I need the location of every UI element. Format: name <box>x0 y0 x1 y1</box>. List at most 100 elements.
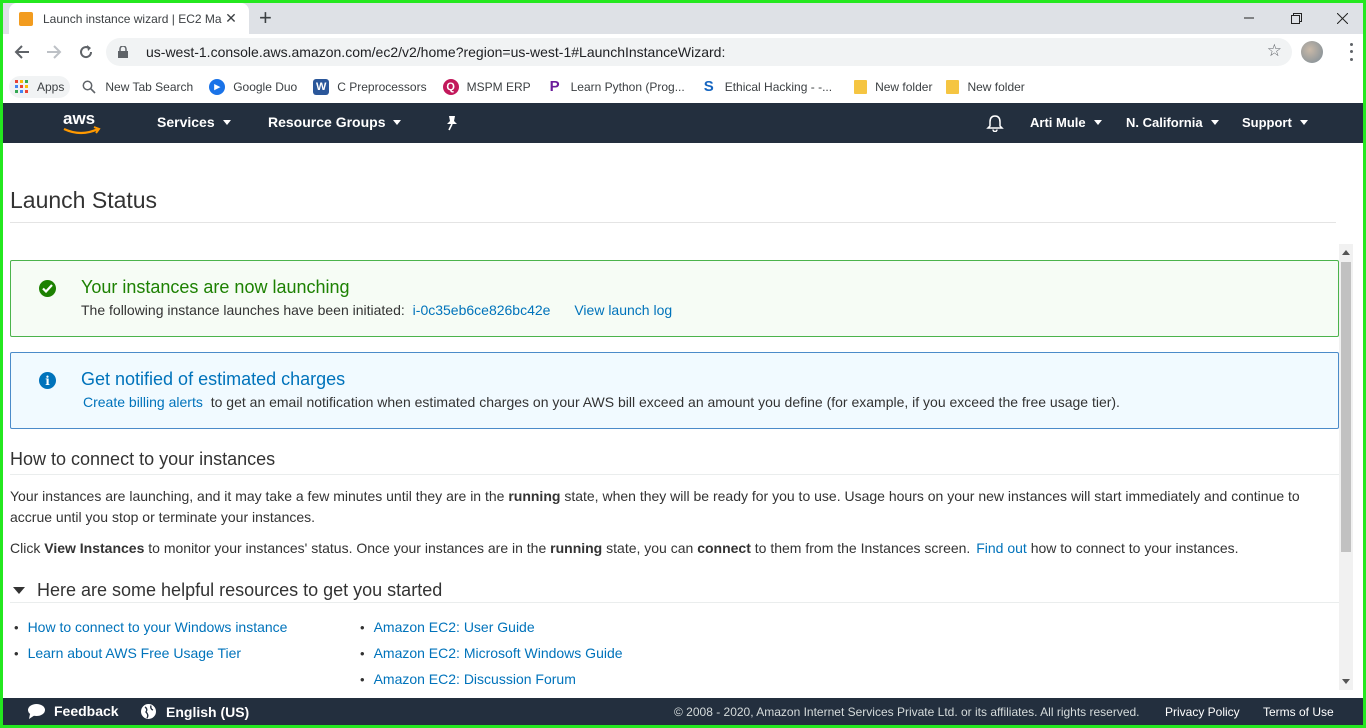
folder-icon <box>854 79 868 94</box>
create-billing-alerts-link[interactable]: Create billing alerts <box>83 394 203 410</box>
reload-icon <box>80 45 93 59</box>
chevron-down-icon <box>1210 120 1219 125</box>
s-icon: S <box>703 78 714 95</box>
bookmark-new-folder-1[interactable]: New folder <box>848 76 938 98</box>
profile-avatar[interactable] <box>1301 41 1323 63</box>
bookmark-label: MSPM ERP <box>466 79 531 94</box>
chevron-down-icon <box>1093 120 1102 125</box>
speech-bubble-icon <box>28 704 45 719</box>
language-selector[interactable]: English (US) <box>140 703 249 720</box>
bookmark-new-folder-2[interactable]: New folder <box>940 76 1030 98</box>
divider <box>10 222 1336 223</box>
connect-heading: How to connect to your instances <box>10 449 276 469</box>
erp-icon: Q <box>442 78 459 95</box>
text: state, you can <box>606 540 694 556</box>
back-button[interactable] <box>10 40 34 64</box>
user-menu[interactable]: Arti Mule <box>1030 115 1102 130</box>
bookmark-ethical-hacking[interactable]: S Ethical Hacking - -... <box>695 75 838 99</box>
region-label: N. California <box>1126 115 1203 130</box>
bookmark-star-icon[interactable]: ☆ <box>1267 41 1282 61</box>
bookmark-label: Ethical Hacking - -... <box>724 79 833 94</box>
checkmark-icon <box>39 280 56 297</box>
info-icon: i <box>39 372 56 389</box>
terms-of-use-link[interactable]: Terms of Use <box>1263 705 1334 719</box>
main-content: Launch Status Your instances are now lau… <box>3 143 1363 698</box>
address-bar[interactable]: us-west-1.console.aws.amazon.com/ec2/v2/… <box>106 38 1292 66</box>
bookmark-mspm-erp[interactable]: Q MSPM ERP <box>437 75 537 99</box>
chevron-down-icon <box>393 119 402 125</box>
text: Click <box>10 540 41 556</box>
list-item: Learn about AWS Free Usage Tier <box>14 640 287 666</box>
resource-groups-label: Resource Groups <box>268 114 386 130</box>
scroll-down-icon <box>1342 679 1350 684</box>
aws-footer: Feedback English (US) © 2008 - 2020, Ama… <box>3 698 1363 725</box>
bookmark-label: New folder <box>875 79 933 94</box>
bold-text: running <box>550 540 603 556</box>
pin-button[interactable] <box>445 115 459 131</box>
privacy-policy-link[interactable]: Privacy Policy <box>1165 705 1240 719</box>
find-out-link[interactable]: Find out <box>976 540 1027 556</box>
scroll-up-icon <box>1342 250 1350 255</box>
bookmarks-bar: Apps New Tab Search ▸ Google Duo W C Pre… <box>3 70 1363 103</box>
text: how to connect to your instances. <box>1030 540 1239 556</box>
view-launch-log-link[interactable]: View launch log <box>574 302 672 318</box>
svg-text:aws: aws <box>63 109 95 128</box>
scroll-thumb[interactable] <box>1341 262 1351 552</box>
support-menu[interactable]: Support <box>1242 115 1308 130</box>
feedback-button[interactable]: Feedback <box>27 703 119 719</box>
resource-link[interactable]: Amazon EC2: Microsoft Windows Guide <box>374 645 623 661</box>
resource-link[interactable]: Amazon EC2: Discussion Forum <box>374 671 576 687</box>
close-window-button[interactable] <box>1319 3 1363 33</box>
bell-icon <box>986 115 1004 132</box>
minimize-button[interactable] <box>1226 3 1272 33</box>
resource-list-left: How to connect to your Windows instance … <box>14 614 288 666</box>
bookmark-google-duo[interactable]: ▸ Google Duo <box>203 75 303 99</box>
services-menu[interactable]: Services <box>157 114 231 130</box>
browser-window: Launch instance wizard | EC2 Ma ✕ + us-w… <box>3 3 1363 725</box>
aws-box-icon <box>19 11 33 26</box>
scrollbar[interactable] <box>1339 244 1353 690</box>
browser-tab[interactable]: Launch instance wizard | EC2 Ma ✕ <box>9 3 249 34</box>
chevron-down-icon <box>1299 120 1308 125</box>
user-name: Arti Mule <box>1030 115 1086 130</box>
resources-heading: Here are some helpful resources to get y… <box>37 580 443 600</box>
instance-id-link[interactable]: i-0c35eb6ce826bc42e <box>413 302 551 318</box>
bookmark-label: Learn Python (Prog... <box>570 79 685 94</box>
new-tab-button[interactable]: + <box>259 6 272 30</box>
python-icon: P <box>549 78 560 95</box>
language-label: English (US) <box>166 703 250 720</box>
reload-button[interactable] <box>74 40 98 64</box>
close-tab-icon[interactable]: ✕ <box>223 10 239 27</box>
forward-arrow-icon <box>47 45 62 59</box>
list-item: Amazon EC2: User Guide <box>360 614 623 640</box>
bookmark-label: Google Duo <box>233 79 298 94</box>
duo-icon: ▸ <box>209 78 226 95</box>
text: to monitor your instances' status. Once … <box>148 540 547 556</box>
resource-link[interactable]: Amazon EC2: User Guide <box>374 619 535 635</box>
bold-text: View Instances <box>44 540 145 556</box>
services-label: Services <box>157 114 215 130</box>
region-menu[interactable]: N. California <box>1126 115 1219 130</box>
restore-icon <box>1290 12 1302 24</box>
resources-section-toggle[interactable]: Here are some helpful resources to get y… <box>13 580 442 601</box>
resource-groups-menu[interactable]: Resource Groups <box>268 114 402 130</box>
search-icon <box>82 80 96 94</box>
bookmark-c-preprocessors[interactable]: W C Preprocessors <box>307 75 432 99</box>
support-label: Support <box>1242 115 1292 130</box>
resource-link[interactable]: How to connect to your Windows instance <box>28 619 288 635</box>
restore-button[interactable] <box>1273 3 1319 33</box>
success-body: The following instance launches have bee… <box>81 302 672 318</box>
bookmark-apps[interactable]: Apps <box>9 75 71 98</box>
list-item: Amazon EC2: Discussion Forum <box>360 666 623 692</box>
forward-button[interactable] <box>42 40 66 64</box>
bold-text: connect <box>697 540 751 556</box>
aws-logo[interactable]: aws <box>61 109 103 137</box>
bookmark-learn-python[interactable]: P Learn Python (Prog... <box>541 75 691 99</box>
resource-link[interactable]: Learn about AWS Free Usage Tier <box>28 645 241 661</box>
notifications-button[interactable] <box>986 114 1004 132</box>
browser-menu-icon[interactable] <box>1343 41 1359 63</box>
success-title: Your instances are now launching <box>81 277 350 297</box>
chevron-down-icon <box>222 119 231 125</box>
bookmark-new-tab-search[interactable]: New Tab Search <box>76 76 199 98</box>
browser-toolbar: us-west-1.console.aws.amazon.com/ec2/v2/… <box>3 34 1363 70</box>
